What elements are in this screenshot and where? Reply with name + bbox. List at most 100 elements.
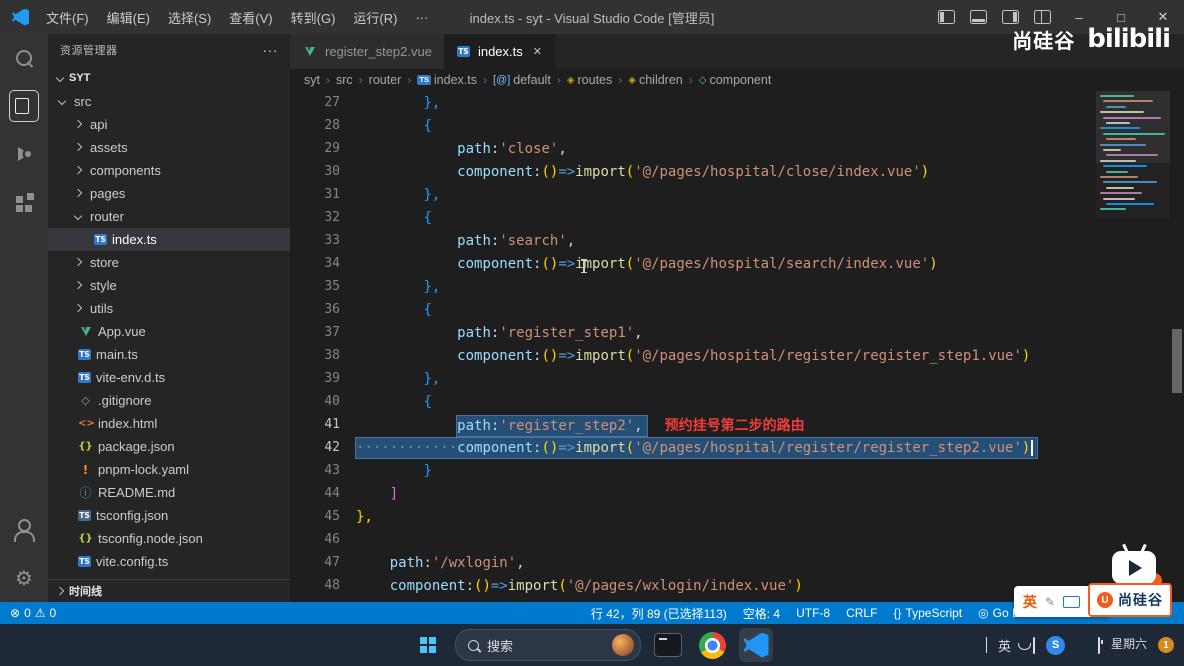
tree-item-src[interactable]: src (48, 90, 290, 113)
tree-item-App.vue[interactable]: App.vue (48, 320, 290, 343)
breadcrumb-item-routes[interactable]: ◈routes (567, 73, 612, 87)
tab-register_step2.vue[interactable]: register_step2.vue (290, 34, 445, 69)
battery-icon[interactable] (1098, 638, 1100, 653)
code-area[interactable]: 27 },28 {29 path:'close',30 component:()… (290, 91, 1184, 602)
taskbar-search[interactable]: 搜索 (455, 629, 641, 661)
breadcrumb-item-syt[interactable]: syt (304, 73, 320, 87)
code-line-content[interactable]: }, (340, 509, 373, 525)
code-line-content[interactable]: }, (340, 279, 440, 295)
code-line-content[interactable]: path:'register_step1', (340, 325, 643, 341)
tab-close-icon[interactable]: ✕ (533, 45, 542, 58)
code-line[interactable]: 33 path:'search', (290, 229, 1184, 252)
timeline-section[interactable]: 时间线 (48, 579, 290, 602)
code-line[interactable]: 39 }, (290, 367, 1184, 390)
problems-warnings[interactable]: ⚠ 0 (35, 606, 56, 620)
code-line-content[interactable]: }, (340, 371, 440, 387)
explorer-icon[interactable] (0, 82, 48, 130)
menu-item-2[interactable]: 选择(S) (159, 3, 220, 32)
code-line[interactable]: 35 }, (290, 275, 1184, 298)
code-line[interactable]: 32 { (290, 206, 1184, 229)
breadcrumb-item-index.ts[interactable]: TSindex.ts (417, 73, 477, 87)
code-line[interactable]: 41 path:'register_step2',预约挂号第二步的路由 (290, 413, 1184, 436)
code-line[interactable]: 36 { (290, 298, 1184, 321)
tree-item-README.md[interactable]: ⓘREADME.md (48, 481, 290, 504)
breadcrumb-item-children[interactable]: ◈children (628, 73, 682, 87)
breadcrumb-item-src[interactable]: src (336, 73, 353, 87)
code-line-content[interactable]: component:()=>import('@/pages/hospital/c… (340, 164, 929, 180)
account-icon[interactable] (0, 506, 48, 554)
tree-item-main.ts[interactable]: TSmain.ts (48, 343, 290, 366)
project-root[interactable]: SYT (48, 66, 290, 90)
breadcrumb-item-component[interactable]: ◇component (699, 73, 772, 87)
problems-errors[interactable]: ⊗ 0 (10, 606, 31, 620)
editor-scrollbar[interactable] (1170, 91, 1184, 602)
code-line-content[interactable]: component:()=>import('@/pages/hospital/r… (340, 348, 1030, 364)
minimap[interactable] (1096, 91, 1170, 219)
tree-item-store[interactable]: store (48, 251, 290, 274)
code-line-content[interactable]: component:()=>import('@/pages/wxlogin/in… (340, 578, 803, 594)
sogou-ime-icon[interactable]: S (1046, 636, 1065, 655)
tree-item-package.json[interactable]: {}package.json (48, 435, 290, 458)
tray-chevron-up-icon[interactable] (986, 638, 987, 653)
menu-item-1[interactable]: 编辑(E) (98, 3, 159, 32)
code-line-content[interactable]: { (340, 210, 432, 226)
code-line[interactable]: 27 }, (290, 91, 1184, 114)
tree-item-assets[interactable]: assets (48, 136, 290, 159)
code-line[interactable]: 44 ] (290, 482, 1184, 505)
code-line[interactable]: 30 component:()=>import('@/pages/hospita… (290, 160, 1184, 183)
app-icon-terminal[interactable] (651, 628, 685, 662)
keyboard-icon[interactable] (1033, 638, 1035, 653)
tree-item-vite-env.d.ts[interactable]: TSvite-env.d.ts (48, 366, 290, 389)
code-line[interactable]: 43 } (290, 459, 1184, 482)
code-line[interactable]: 31 }, (290, 183, 1184, 206)
code-line-content[interactable]: ············component:()=>import('@/page… (340, 440, 1037, 456)
status-item-3[interactable]: CRLF (846, 606, 877, 620)
toggle-panel-icon[interactable] (962, 0, 994, 34)
menu-item-5[interactable]: 运行(R) (344, 3, 406, 32)
code-line-content[interactable]: path:'register_step2',预约挂号第二步的路由 (340, 415, 805, 435)
settings-gear-icon[interactable]: ⚙ (0, 554, 48, 602)
tab-index.ts[interactable]: TSindex.ts✕ (445, 34, 555, 69)
code-line-content[interactable]: component:()=>import('@/pages/hospital/s… (340, 256, 938, 272)
tree-item-index.ts[interactable]: TSindex.ts (48, 228, 290, 251)
tree-item-router[interactable]: router (48, 205, 290, 228)
search-icon[interactable] (0, 34, 48, 82)
status-item-4[interactable]: {}TypeScript (893, 606, 962, 620)
tree-item-style[interactable]: style (48, 274, 290, 297)
tree-item-index.html[interactable]: <>index.html (48, 412, 290, 435)
extensions-icon[interactable] (0, 178, 48, 226)
tree-item-api[interactable]: api (48, 113, 290, 136)
code-line-content[interactable]: } (340, 463, 432, 479)
notification-badge[interactable]: 1 (1158, 637, 1174, 653)
tree-item-pnpm-lock.yaml[interactable]: !pnpm-lock.yaml (48, 458, 290, 481)
code-line[interactable]: 46 (290, 528, 1184, 551)
toggle-sidebar-icon[interactable] (930, 0, 962, 34)
code-line[interactable]: 29 path:'close', (290, 137, 1184, 160)
tree-item-pages[interactable]: pages (48, 182, 290, 205)
menu-item-3[interactable]: 查看(V) (220, 3, 281, 32)
code-line-content[interactable]: { (340, 118, 432, 134)
tray-language[interactable]: 英 (998, 636, 1011, 655)
tree-item-.gitignore[interactable]: ◇.gitignore (48, 389, 290, 412)
tree-item-components[interactable]: components (48, 159, 290, 182)
code-line-content[interactable]: path:'close', (340, 141, 567, 157)
code-line[interactable]: 37 path:'register_step1', (290, 321, 1184, 344)
code-line-content[interactable]: { (340, 394, 432, 410)
code-line-content[interactable]: ] (340, 486, 398, 502)
menu-item-4[interactable]: 转到(G) (282, 3, 345, 32)
menu-item-0[interactable]: 文件(F) (37, 3, 98, 32)
code-line[interactable]: 38 component:()=>import('@/pages/hospita… (290, 344, 1184, 367)
status-item-0[interactable]: 行 42，列 89 (已选择113) (591, 605, 727, 622)
code-line[interactable]: 47 path:'/wxlogin', (290, 551, 1184, 574)
status-item-2[interactable]: UTF-8 (796, 606, 830, 620)
taskbar-date[interactable]: 星期六 (1111, 638, 1147, 651)
ime-keyboard-icon[interactable] (1063, 596, 1080, 608)
code-line[interactable]: 45}, (290, 505, 1184, 528)
code-line-content[interactable]: }, (340, 187, 440, 203)
tree-item-vite.config.ts[interactable]: TSvite.config.ts (48, 550, 290, 573)
ime-pen-icon[interactable]: ✎ (1045, 595, 1055, 609)
status-item-1[interactable]: 空格: 4 (743, 605, 780, 622)
code-line-content[interactable]: }, (340, 95, 440, 111)
app-icon-chrome[interactable] (695, 628, 729, 662)
code-line[interactable]: 34 component:()=>import('@/pages/hospita… (290, 252, 1184, 275)
